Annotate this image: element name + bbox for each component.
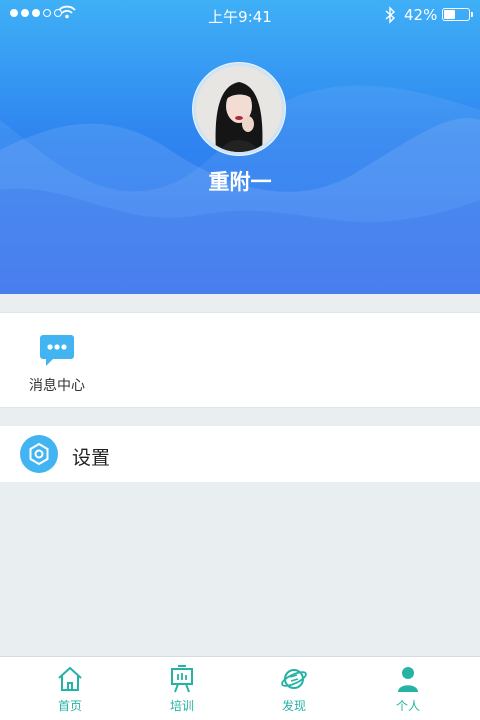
tab-home-label: 首页 <box>57 699 82 713</box>
bluetooth-icon <box>385 6 396 24</box>
battery-percent: 42% <box>404 6 438 24</box>
settings-row[interactable]: 设置 <box>0 426 480 482</box>
battery-icon <box>442 8 470 21</box>
message-center-label: 消息中心 <box>29 378 85 394</box>
tab-profile[interactable]: 个人 <box>368 657 448 720</box>
user-photo <box>196 66 282 152</box>
tab-bar: 首页 培训 发现 个人 <box>0 656 480 720</box>
user-name: 重附一 <box>208 170 272 194</box>
planet-icon <box>281 669 307 689</box>
tab-training-label: 培训 <box>169 699 194 713</box>
home-icon <box>58 666 82 691</box>
profile-header: 上午9:41 42% 重附一 <box>0 0 480 294</box>
settings-label: 设置 <box>72 447 111 469</box>
person-icon <box>398 667 418 692</box>
message-center-button[interactable]: 消息中心 <box>18 329 96 399</box>
tab-training[interactable]: 培训 <box>142 657 222 720</box>
gear-icon <box>20 435 58 473</box>
quick-actions-card: 消息中心 <box>0 312 480 408</box>
status-bar: 上午9:41 42% <box>0 0 480 30</box>
tab-discover[interactable]: 发现 <box>254 657 334 720</box>
avatar[interactable] <box>192 62 286 156</box>
tab-home[interactable]: 首页 <box>30 657 110 720</box>
easel-icon <box>171 665 193 693</box>
tab-discover-label: 发现 <box>281 699 306 713</box>
chat-bubble-icon <box>40 335 74 366</box>
tab-profile-label: 个人 <box>395 699 420 713</box>
